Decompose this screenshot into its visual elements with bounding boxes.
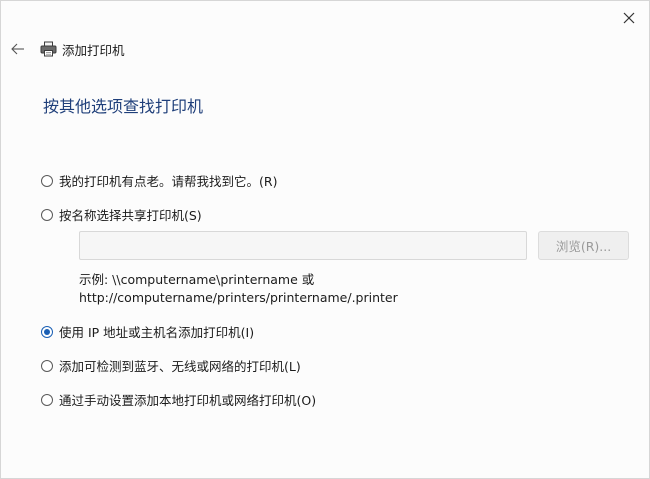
add-printer-window: 添加打印机 按其他选项查找打印机 我的打印机有点老。请帮我找到它。(R) 按名称… — [0, 0, 650, 479]
window-header: 添加打印机 — [9, 39, 125, 59]
close-button[interactable] — [615, 5, 643, 31]
option-shared-by-name[interactable]: 按名称选择共享打印机(S) — [41, 205, 202, 224]
back-arrow-icon — [11, 43, 24, 55]
option-old-printer-label: 我的打印机有点老。请帮我找到它。(R) — [59, 174, 278, 189]
option-ip-hostname-label: 使用 IP 地址或主机名添加打印机(I) — [59, 325, 255, 340]
radio-ip-hostname[interactable] — [41, 325, 53, 338]
window-title: 添加打印机 — [62, 42, 125, 58]
radio-bluetooth-wireless[interactable] — [41, 359, 53, 372]
option-shared-by-name-label: 按名称选择共享打印机(S) — [59, 208, 202, 223]
shared-printer-name-input[interactable] — [79, 231, 527, 260]
option-manual-settings[interactable]: 通过手动设置添加本地打印机或网络打印机(O) — [41, 390, 316, 409]
option-manual-settings-label: 通过手动设置添加本地打印机或网络打印机(O) — [59, 393, 317, 408]
close-icon — [623, 12, 635, 24]
radio-manual-settings[interactable] — [41, 393, 53, 406]
page-title: 按其他选项查找打印机 — [43, 97, 204, 116]
browse-button[interactable]: 浏览(R)... — [538, 231, 629, 260]
option-old-printer[interactable]: 我的打印机有点老。请帮我找到它。(R) — [41, 171, 277, 190]
radio-shared-by-name[interactable] — [41, 208, 53, 221]
option-bluetooth-wireless-label: 添加可检测到蓝牙、无线或网络的打印机(L) — [59, 359, 301, 374]
example-line-1: 示例: \\computername\printername 或 — [79, 272, 315, 287]
option-bluetooth-wireless[interactable]: 添加可检测到蓝牙、无线或网络的打印机(L) — [41, 356, 301, 375]
option-ip-hostname[interactable]: 使用 IP 地址或主机名添加打印机(I) — [41, 322, 254, 341]
example-text: 示例: \\computername\printername 或 http://… — [79, 271, 398, 307]
printer-icon — [39, 40, 57, 58]
back-button[interactable] — [9, 40, 27, 58]
example-line-2: http://computername/printers/printername… — [79, 290, 398, 305]
radio-old-printer[interactable] — [41, 174, 53, 187]
